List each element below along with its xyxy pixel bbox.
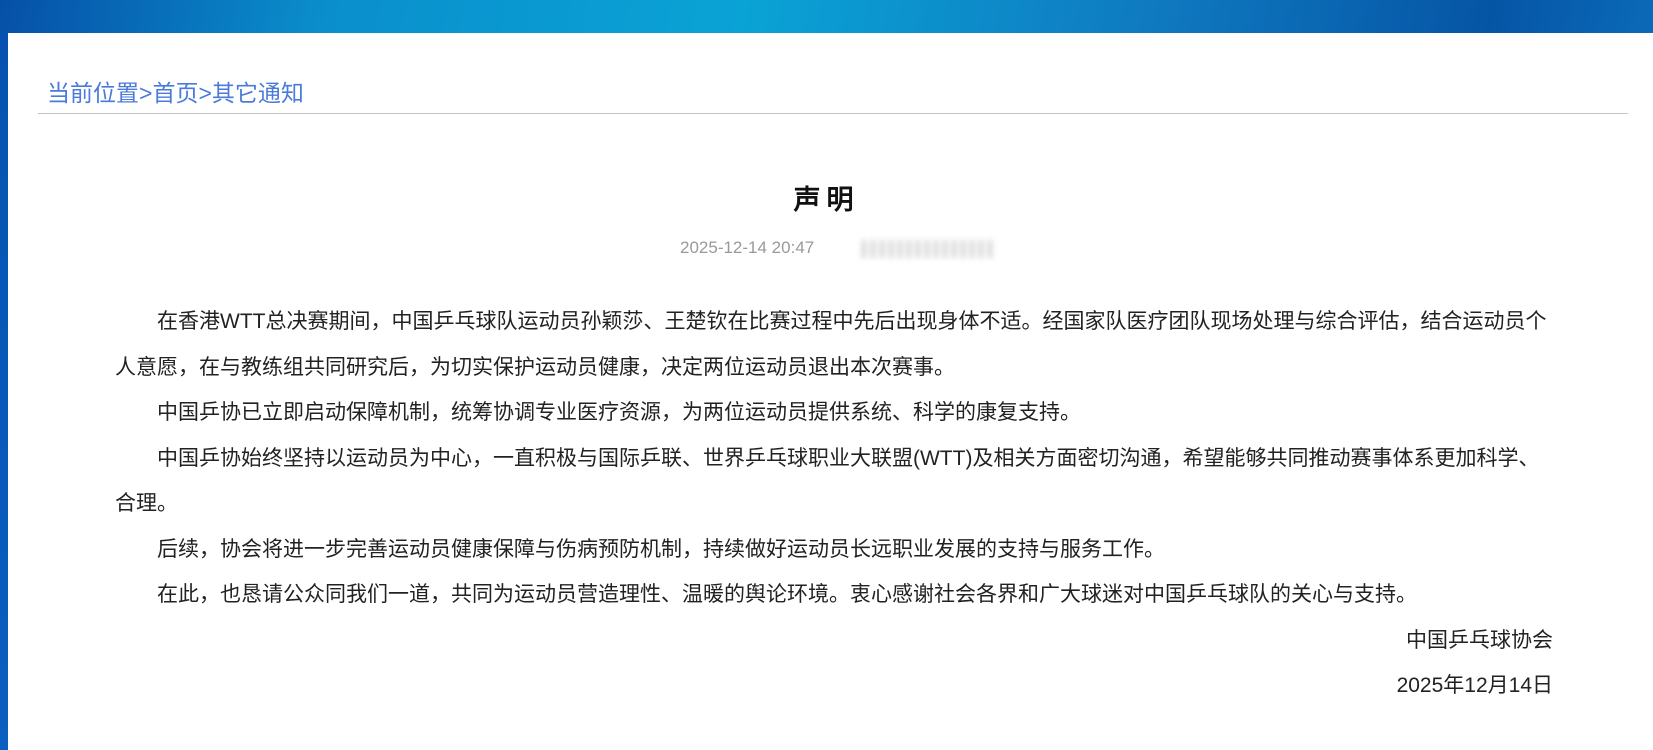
- paragraph: 在此，也恳请公众同我们一道，共同为运动员营造理性、温暖的舆论环境。衷心感谢社会各…: [157, 583, 1417, 606]
- left-border: [0, 33, 8, 750]
- blurred-source-text: [862, 240, 992, 258]
- article-body: 在香港WTT总决赛期间，中国乒乓球队运动员孙颖莎、王楚钦在比赛过程中先后出现身体…: [115, 299, 1560, 709]
- breadcrumb-prefix: 当前位置: [47, 80, 139, 106]
- paragraph: 后续，协会将进一步完善运动员健康保障与伤病预防机制，持续做好运动员长远职业发展的…: [157, 537, 1165, 561]
- divider: [38, 113, 1628, 114]
- signature: 中国乒乓球协会: [1406, 628, 1553, 652]
- breadcrumb-home-link[interactable]: 首页: [152, 80, 198, 106]
- breadcrumb-other-notices-link[interactable]: 其它通知: [212, 80, 304, 106]
- breadcrumb-separator: >: [198, 80, 212, 106]
- paragraph: 中国乒协已立即启动保障机制，统筹协调专业医疗资源，为两位运动员提供系统、科学的康…: [157, 401, 1081, 424]
- paragraph: 在香港WTT总决赛期间，中国乒乓球队运动员孙颖莎、王楚钦在比赛过程中先后出现身体…: [115, 310, 1547, 379]
- breadcrumb-separator: >: [139, 80, 153, 106]
- paragraph: 中国乒协始终坚持以运动员为中心，一直积极与国际乒联、世界乒乓球职业大联盟(WTT…: [115, 446, 1540, 516]
- breadcrumb: 当前位置>首页>其它通知: [47, 74, 304, 108]
- article-title: 声明: [793, 185, 860, 215]
- article-datetime: 2025-12-14 20:47: [680, 238, 815, 257]
- header-banner: [0, 0, 1653, 33]
- signature-date: 2025年12月14日: [1396, 674, 1553, 697]
